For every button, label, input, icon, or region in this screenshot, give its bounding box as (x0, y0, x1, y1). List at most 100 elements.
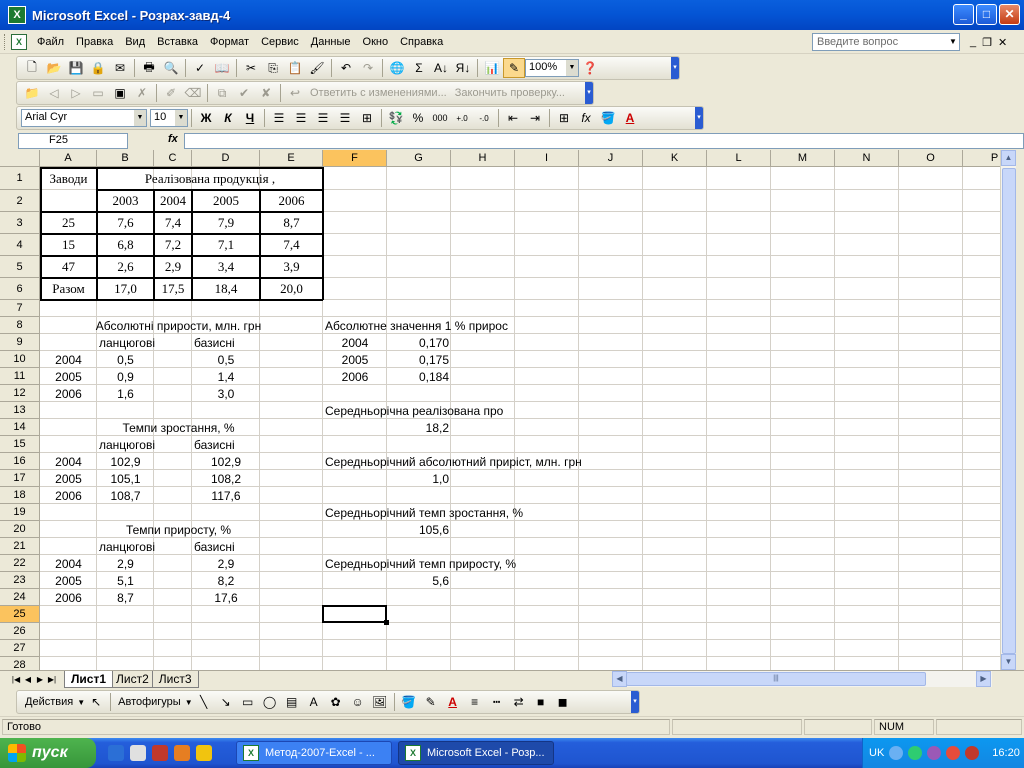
draw-actions-menu[interactable]: Действия (21, 696, 77, 708)
horizontal-scrollbar[interactable]: ◀ ||| ▶ (612, 671, 992, 687)
toolbar-grip[interactable] (4, 33, 7, 50)
arrow-icon[interactable]: ↘ (215, 692, 237, 712)
sort-ascending-icon[interactable]: A↓ (430, 58, 452, 78)
help-search-input[interactable]: Введите вопрос (812, 33, 960, 51)
row-header-9[interactable]: 9 (0, 334, 40, 351)
taskbar-item-method[interactable]: X Метод-2007-Excel - ... (236, 741, 392, 765)
toolbar-options-icon[interactable]: ▾ (671, 57, 679, 79)
clipart-icon[interactable]: ☺ (347, 692, 369, 712)
start-button[interactable]: пуск (0, 738, 96, 768)
network-icon[interactable] (889, 746, 904, 760)
row-header-19[interactable]: 19 (0, 504, 40, 521)
winamp-icon[interactable] (196, 745, 212, 761)
italic-icon[interactable]: К (217, 108, 239, 128)
next-sheet-icon[interactable]: ▶ (34, 675, 46, 684)
column-header-p[interactable]: P (963, 150, 1000, 167)
first-sheet-icon[interactable]: |◀ (10, 675, 22, 684)
column-header-d[interactable]: D (192, 150, 260, 167)
formula-input[interactable] (184, 133, 1024, 149)
row-header-13[interactable]: 13 (0, 402, 40, 419)
row-header-22[interactable]: 22 (0, 555, 40, 572)
horizontal-scroll-thumb[interactable]: ||| (626, 672, 926, 686)
column-header-h[interactable]: H (451, 150, 515, 167)
font-color-icon[interactable]: A (442, 692, 464, 712)
paste-icon[interactable]: 📋 (284, 58, 306, 78)
function-icon[interactable]: fx (575, 108, 597, 128)
cut-icon[interactable]: ✂ (240, 58, 262, 78)
prev-sheet-icon[interactable]: ◀ (22, 675, 34, 684)
last-sheet-icon[interactable]: ▶| (46, 675, 58, 684)
align-center-icon[interactable]: ☰ (290, 108, 312, 128)
row-header-11[interactable]: 11 (0, 368, 40, 385)
firefox-icon[interactable] (174, 745, 190, 761)
row-header-10[interactable]: 10 (0, 351, 40, 368)
scroll-up-icon[interactable]: ▲ (1001, 150, 1016, 166)
toolbar-options-icon[interactable]: ▾ (695, 107, 703, 129)
ie-icon[interactable] (108, 745, 124, 761)
row-header-8[interactable]: 8 (0, 317, 40, 334)
row-header-27[interactable]: 27 (0, 640, 40, 657)
diagram-icon[interactable]: ✿ (325, 692, 347, 712)
row-header-28[interactable]: 28 (0, 657, 40, 670)
row-header-17[interactable]: 17 (0, 470, 40, 487)
column-header-f[interactable]: F (323, 150, 387, 167)
font-color-icon[interactable]: A (619, 108, 641, 128)
menu-window[interactable]: Окно (357, 34, 395, 50)
update-icon[interactable] (908, 746, 923, 760)
show-comment-icon[interactable]: ▭ (87, 83, 109, 103)
ink-annotation-icon[interactable]: ✐ (160, 83, 182, 103)
align-right-icon[interactable]: ☰ (312, 108, 334, 128)
delete-comment-icon[interactable]: ✗ (131, 83, 153, 103)
sheet-tab-3[interactable]: Лист3 (151, 671, 199, 688)
open-icon[interactable]: 📂 (43, 58, 65, 78)
track-changes-icon[interactable]: ⧉ (211, 83, 233, 103)
textbox-icon[interactable]: ▤ (281, 692, 303, 712)
workbook-minimize-button[interactable]: _ (970, 36, 976, 49)
column-header-b[interactable]: B (97, 150, 154, 167)
oval-icon[interactable]: ◯ (259, 692, 281, 712)
chevron-down-icon[interactable]: ▼ (946, 33, 960, 51)
line-icon[interactable]: ╲ (193, 692, 215, 712)
spelling-icon[interactable]: ✓ (189, 58, 211, 78)
reject-change-icon[interactable]: ✘ (255, 83, 277, 103)
chevron-down-icon[interactable]: ▼ (77, 698, 85, 707)
row-header-18[interactable]: 18 (0, 487, 40, 504)
spreadsheet-grid[interactable]: A B C D E F G H I J K L M N O P 1 2 3 4 5 6 7 8 9 10 11 12 13 14 15 16 1… (0, 150, 1000, 670)
reply-icon[interactable]: ↩ (284, 83, 306, 103)
vertical-scroll-thumb[interactable] (1002, 168, 1016, 654)
workbook-restore-button[interactable]: ❐ (982, 36, 992, 49)
email-icon[interactable]: ✉ (109, 58, 131, 78)
fill-handle[interactable] (384, 620, 389, 625)
increase-decimal-icon[interactable]: +.0 (451, 108, 473, 128)
arrow-style-icon[interactable]: ⇄ (508, 692, 530, 712)
shadow-icon[interactable]: ■ (530, 692, 552, 712)
copy-icon[interactable]: ⎘ (262, 58, 284, 78)
chevron-down-icon[interactable]: ▼ (175, 110, 187, 126)
comma-style-icon[interactable]: 000 (429, 108, 451, 128)
borders-icon[interactable]: ⊞ (553, 108, 575, 128)
chevron-down-icon[interactable]: ▼ (566, 60, 578, 76)
column-header-c[interactable]: C (154, 150, 192, 167)
language-indicator[interactable]: UK (869, 747, 884, 759)
vertical-scrollbar[interactable]: ▲ ▼ (1000, 150, 1016, 670)
sort-descending-icon[interactable]: Я↓ (452, 58, 474, 78)
desktop-icon[interactable] (130, 745, 146, 761)
format-painter-icon[interactable]: 🖌 (306, 58, 328, 78)
font-size-combo[interactable]: 10 ▼ (150, 109, 188, 127)
line-style-icon[interactable]: ≡ (464, 692, 486, 712)
row-header-2[interactable]: 2 (0, 190, 40, 212)
menu-edit[interactable]: Правка (70, 34, 119, 50)
security-icon[interactable] (965, 746, 980, 760)
column-header-o[interactable]: O (899, 150, 963, 167)
row-header-3[interactable]: 3 (0, 212, 40, 234)
line-color-icon[interactable]: ✎ (420, 692, 442, 712)
end-review-button[interactable]: Закончить проверку... (451, 87, 569, 99)
picture-icon[interactable]: 🖼 (369, 692, 391, 712)
row-header-1[interactable]: 1 (0, 167, 40, 190)
scroll-down-icon[interactable]: ▼ (1001, 654, 1016, 670)
wordart-icon[interactable]: A (303, 692, 325, 712)
show-all-comments-icon[interactable]: ▣ (109, 83, 131, 103)
row-header-26[interactable]: 26 (0, 623, 40, 640)
zoom-combo[interactable]: 100% ▼ (525, 59, 579, 77)
column-header-l[interactable]: L (707, 150, 771, 167)
